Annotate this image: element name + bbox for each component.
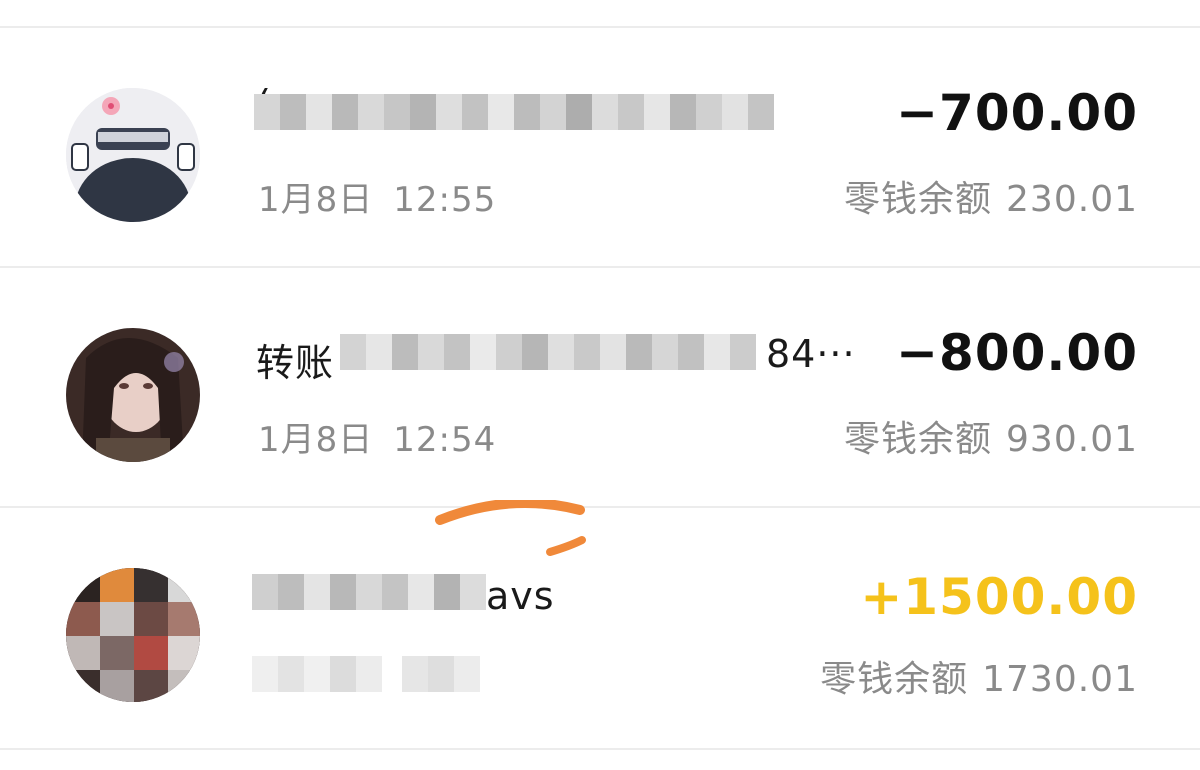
transaction-time: 1月8日 12:54 — [258, 412, 496, 461]
transaction-date: 1月8日 — [258, 420, 374, 460]
transaction-time: 1月8日 12:55 — [258, 172, 496, 221]
blurred-time — [252, 656, 480, 692]
balance-value: 930.01 — [1006, 419, 1138, 460]
balance-value: 230.01 — [1006, 179, 1138, 220]
blurred-title — [252, 574, 486, 610]
transaction-row[interactable]: ( 1月8日12:55 −700.00 零钱余额230.01 — [0, 28, 1200, 268]
transaction-clock: 12:55 — [393, 180, 497, 220]
avatar-icon — [66, 328, 200, 462]
blurred-title — [340, 334, 756, 370]
orange-scribble — [435, 500, 586, 556]
avatar-icon — [66, 568, 200, 702]
balance-value: 1730.01 — [982, 659, 1138, 700]
transaction-row[interactable]: avs +1500.00 零钱余额 1730.01 — [0, 500, 1200, 748]
transaction-title-suffix: avs — [486, 574, 555, 618]
balance-label: 零钱余额 — [820, 659, 969, 700]
blurred-title — [254, 94, 774, 130]
balance-label: 零钱余额 — [844, 179, 993, 220]
divider — [0, 748, 1200, 750]
transaction-amount: −700.00 — [896, 84, 1138, 142]
transaction-title: 转账 — [256, 341, 335, 385]
transaction-amount: −800.00 — [896, 324, 1138, 382]
transaction-clock: 12:54 — [393, 420, 497, 460]
avatar-icon — [66, 88, 200, 222]
balance-text: 零钱余额 1730.01 — [820, 650, 1138, 702]
balance-text: 零钱余额 930.01 — [844, 410, 1138, 462]
transaction-date: 1月8日 — [258, 180, 374, 220]
transaction-title-suffix: 84··· — [766, 332, 856, 376]
transaction-amount: +1500.00 — [860, 568, 1138, 626]
balance-text: 零钱余额 230.01 — [844, 170, 1138, 222]
balance-label: 零钱余额 — [844, 419, 993, 460]
transaction-list: ( 1月8日12:55 −700.00 零钱余额230.01 转账 — [0, 0, 1200, 770]
transaction-row[interactable]: 转账 84··· 1月8日 12:54 −800.00 零钱余额 930.01 — [0, 268, 1200, 508]
